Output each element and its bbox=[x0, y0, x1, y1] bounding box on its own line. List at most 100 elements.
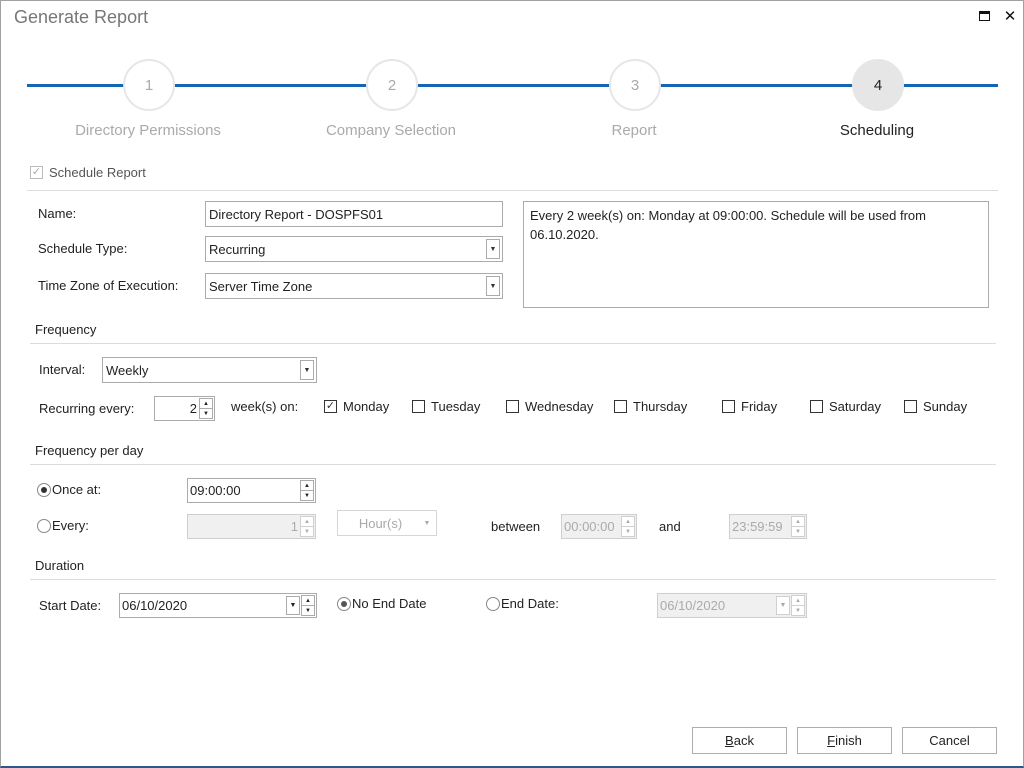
spin-down-icon[interactable]: ▼ bbox=[621, 527, 635, 537]
recurring-every-value: 2 bbox=[189, 401, 197, 416]
day-checkbox-sunday[interactable]: Sunday bbox=[904, 399, 967, 414]
window-title: Generate Report bbox=[14, 7, 149, 27]
maximize-button[interactable] bbox=[975, 7, 993, 25]
spin-down-icon[interactable]: ▼ bbox=[300, 491, 314, 501]
spin-down-icon[interactable]: ▼ bbox=[199, 409, 213, 419]
name-label: Name: bbox=[38, 206, 77, 221]
spin-up-icon[interactable]: ▲ bbox=[300, 480, 314, 491]
day-checkbox-wednesday[interactable]: Wednesday bbox=[506, 399, 593, 414]
between-end-spinner[interactable]: 23:59:59 ▲ ▼ bbox=[729, 514, 807, 539]
recurring-every-label: Recurring every: bbox=[39, 401, 135, 416]
end-date-value: 06/10/2020 bbox=[660, 598, 726, 613]
spin-up-icon[interactable]: ▲ bbox=[300, 516, 314, 527]
spin-up-icon[interactable]: ▲ bbox=[791, 516, 805, 527]
between-start-spinner[interactable]: 00:00:00 ▲ ▼ bbox=[561, 514, 637, 539]
every-unit-select[interactable]: Hour(s) ▼ bbox=[337, 510, 437, 536]
name-input[interactable]: Directory Report - DOSPFS01 bbox=[205, 201, 503, 227]
frequency-section-title: Frequency bbox=[35, 322, 97, 337]
checkbox-check-icon: ✓ bbox=[324, 400, 337, 413]
schedule-summary: Every 2 week(s) on: Monday at 09:00:00. … bbox=[523, 201, 989, 308]
interval-value: Weekly bbox=[106, 362, 149, 378]
and-label: and bbox=[659, 519, 681, 534]
timezone-value: Server Time Zone bbox=[209, 278, 313, 294]
spin-up-icon[interactable]: ▲ bbox=[621, 516, 635, 527]
every-radio[interactable]: Every: bbox=[37, 518, 89, 533]
checkbox-empty-icon bbox=[722, 400, 735, 413]
spin-down-icon[interactable]: ▼ bbox=[791, 606, 805, 616]
spin-down-icon[interactable]: ▼ bbox=[301, 606, 315, 616]
generate-report-dialog: Generate Report ✕ 1 Directory Permission… bbox=[0, 0, 1024, 768]
interval-label: Interval: bbox=[39, 362, 86, 377]
back-button[interactable]: Back bbox=[692, 727, 787, 754]
spin-up-icon[interactable]: ▲ bbox=[791, 595, 805, 606]
interval-select[interactable]: Weekly ▼ bbox=[102, 357, 317, 383]
end-date-radio[interactable]: End Date: bbox=[486, 596, 559, 611]
checkbox-empty-icon bbox=[614, 400, 627, 413]
step-4-number: 4 bbox=[873, 76, 883, 94]
step-1-circle: 1 bbox=[123, 59, 175, 111]
chevron-down-icon[interactable]: ▼ bbox=[420, 513, 434, 533]
once-at-value: 09:00:00 bbox=[190, 483, 241, 498]
cancel-label: Cancel bbox=[929, 733, 970, 748]
calendar-dropdown-icon[interactable]: ▼ bbox=[286, 596, 300, 615]
radio-unselected-icon bbox=[486, 596, 500, 611]
spin-up-icon[interactable]: ▲ bbox=[301, 595, 315, 606]
chevron-down-icon[interactable]: ▼ bbox=[300, 360, 314, 380]
start-date-picker[interactable]: 06/10/2020 ▼ ▲ ▼ bbox=[119, 593, 317, 618]
day-checkbox-friday[interactable]: Friday bbox=[722, 399, 777, 414]
cancel-button[interactable]: Cancel bbox=[902, 727, 997, 754]
schedule-report-label: Schedule Report bbox=[49, 165, 146, 180]
checkbox-empty-icon bbox=[506, 400, 519, 413]
between-label: between bbox=[491, 519, 541, 534]
chevron-down-icon[interactable]: ▼ bbox=[486, 239, 500, 259]
recurring-every-spinner[interactable]: 2 ▲ ▼ bbox=[154, 396, 215, 421]
end-date-label: End Date: bbox=[501, 596, 559, 611]
between-end-value: 23:59:59 bbox=[732, 519, 783, 534]
step-3-circle: 3 bbox=[609, 59, 661, 111]
spin-down-icon[interactable]: ▼ bbox=[300, 527, 314, 537]
once-at-time-spinner[interactable]: 09:00:00 ▲ ▼ bbox=[187, 478, 316, 503]
chevron-down-icon[interactable]: ▼ bbox=[486, 276, 500, 296]
separator bbox=[27, 190, 998, 191]
checkbox-empty-icon bbox=[904, 400, 917, 413]
day-label: Thursday bbox=[633, 399, 688, 414]
every-value-spinner[interactable]: 1 ▲ ▼ bbox=[187, 514, 316, 539]
spin-up-icon[interactable]: ▲ bbox=[199, 398, 213, 409]
no-end-date-radio[interactable]: No End Date bbox=[337, 596, 426, 611]
start-date-value: 06/10/2020 bbox=[122, 598, 188, 613]
day-checkbox-monday[interactable]: ✓ Monday bbox=[324, 399, 389, 414]
close-button[interactable]: ✕ bbox=[1001, 7, 1019, 25]
calendar-dropdown-icon[interactable]: ▼ bbox=[776, 596, 790, 615]
timezone-select[interactable]: Server Time Zone ▼ bbox=[205, 273, 503, 299]
step-2-circle: 2 bbox=[366, 59, 418, 111]
finish-button[interactable]: Finish bbox=[797, 727, 892, 754]
day-checkbox-tuesday[interactable]: Tuesday bbox=[412, 399, 480, 414]
step-2-number: 2 bbox=[387, 76, 397, 94]
radio-selected-icon bbox=[37, 482, 51, 497]
every-label: Every: bbox=[52, 518, 89, 533]
name-value: Directory Report - DOSPFS01 bbox=[209, 206, 384, 222]
day-label: Sunday bbox=[923, 399, 968, 414]
step-4-circle: 4 bbox=[852, 59, 904, 111]
day-label: Friday bbox=[741, 399, 778, 414]
day-checkbox-thursday[interactable]: Thursday bbox=[614, 399, 687, 414]
schedule-report-checkbox[interactable]: ✓ Schedule Report bbox=[30, 165, 146, 180]
between-start-value: 00:00:00 bbox=[564, 519, 615, 534]
checkbox-check-icon: ✓ bbox=[30, 166, 43, 179]
schedule-type-label: Schedule Type: bbox=[38, 241, 128, 256]
step-3-number: 3 bbox=[630, 76, 640, 94]
separator bbox=[30, 343, 996, 344]
once-at-radio[interactable]: Once at: bbox=[37, 482, 101, 497]
step-2-label: Company Selection bbox=[325, 122, 457, 139]
spin-down-icon[interactable]: ▼ bbox=[791, 527, 805, 537]
start-date-label: Start Date: bbox=[39, 598, 102, 613]
every-value: 1 bbox=[290, 519, 298, 534]
day-checkbox-saturday[interactable]: Saturday bbox=[810, 399, 881, 414]
step-1-label: Directory Permissions bbox=[75, 122, 221, 139]
end-date-picker[interactable]: 06/10/2020 ▼ ▲ ▼ bbox=[657, 593, 807, 618]
schedule-summary-text: Every 2 week(s) on: Monday at 09:00:00. … bbox=[530, 208, 926, 242]
separator bbox=[30, 464, 996, 465]
day-label: Saturday bbox=[829, 399, 882, 414]
schedule-type-select[interactable]: Recurring ▼ bbox=[205, 236, 503, 262]
finish-label-rest: inish bbox=[835, 733, 862, 748]
